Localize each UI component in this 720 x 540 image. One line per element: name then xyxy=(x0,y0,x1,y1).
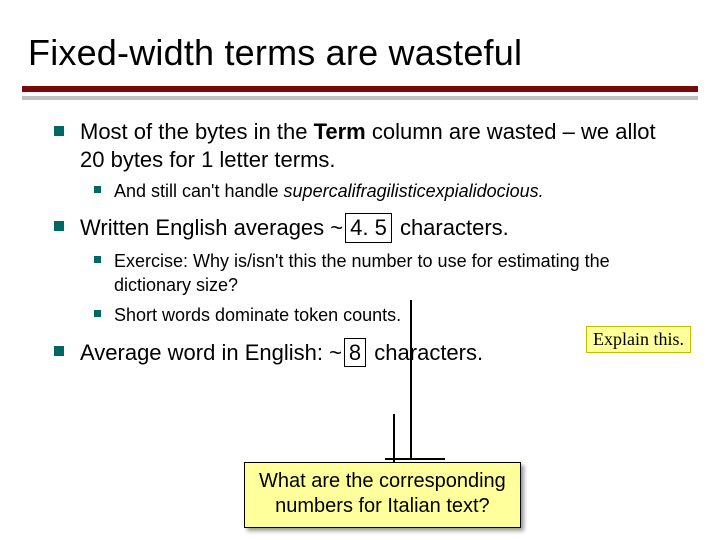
bullet-1-sublist: And still can't handle supercalifragilis… xyxy=(88,179,682,203)
title-rule xyxy=(22,86,698,92)
connector-line-1 xyxy=(410,300,412,460)
callout-italian-line1: What are the corresponding xyxy=(259,470,506,492)
bullet-2-sub-2: Short words dominate token counts. xyxy=(88,303,682,327)
connector-line-3 xyxy=(385,458,445,460)
title-rule-shadow xyxy=(22,96,698,100)
bullet-1-sub-1-pre: And still can't handle xyxy=(114,181,284,201)
bullet-1-text-pre: Most of the bytes in the xyxy=(80,119,314,144)
bullet-3-boxed-value: 8 xyxy=(344,338,366,368)
slide-title: Fixed-width terms are wasteful xyxy=(0,0,720,86)
bullet-2-sub-1: Exercise: Why is/isn't this the number t… xyxy=(88,249,682,298)
bullet-1-term: Term xyxy=(314,119,366,144)
callout-italian: What are the corresponding numbers for I… xyxy=(244,462,521,528)
bullet-1: Most of the bytes in the Term column are… xyxy=(50,118,682,203)
callout-italian-line2: numbers for Italian text? xyxy=(275,495,490,517)
bullet-2-text-post: characters. xyxy=(394,215,509,240)
bullet-1-sub-1-italic: supercalifragilisticexpialidocious. xyxy=(284,181,544,201)
bullet-2-boxed-value: 4. 5 xyxy=(345,213,392,243)
bullet-2-sublist: Exercise: Why is/isn't this the number t… xyxy=(88,249,682,328)
bullet-1-sub-1: And still can't handle supercalifragilis… xyxy=(88,179,682,203)
bullet-3-text-pre: Average word in English: ~ xyxy=(80,340,342,365)
bullet-2: Written English averages ~4. 5 character… xyxy=(50,213,682,327)
callout-explain: Explain this. xyxy=(586,326,691,353)
bullet-2-text-pre: Written English averages ~ xyxy=(80,215,343,240)
connector-line-2 xyxy=(393,414,395,464)
bullet-3-text-post: characters. xyxy=(368,340,483,365)
slide: Fixed-width terms are wasteful Most of t… xyxy=(0,0,720,540)
